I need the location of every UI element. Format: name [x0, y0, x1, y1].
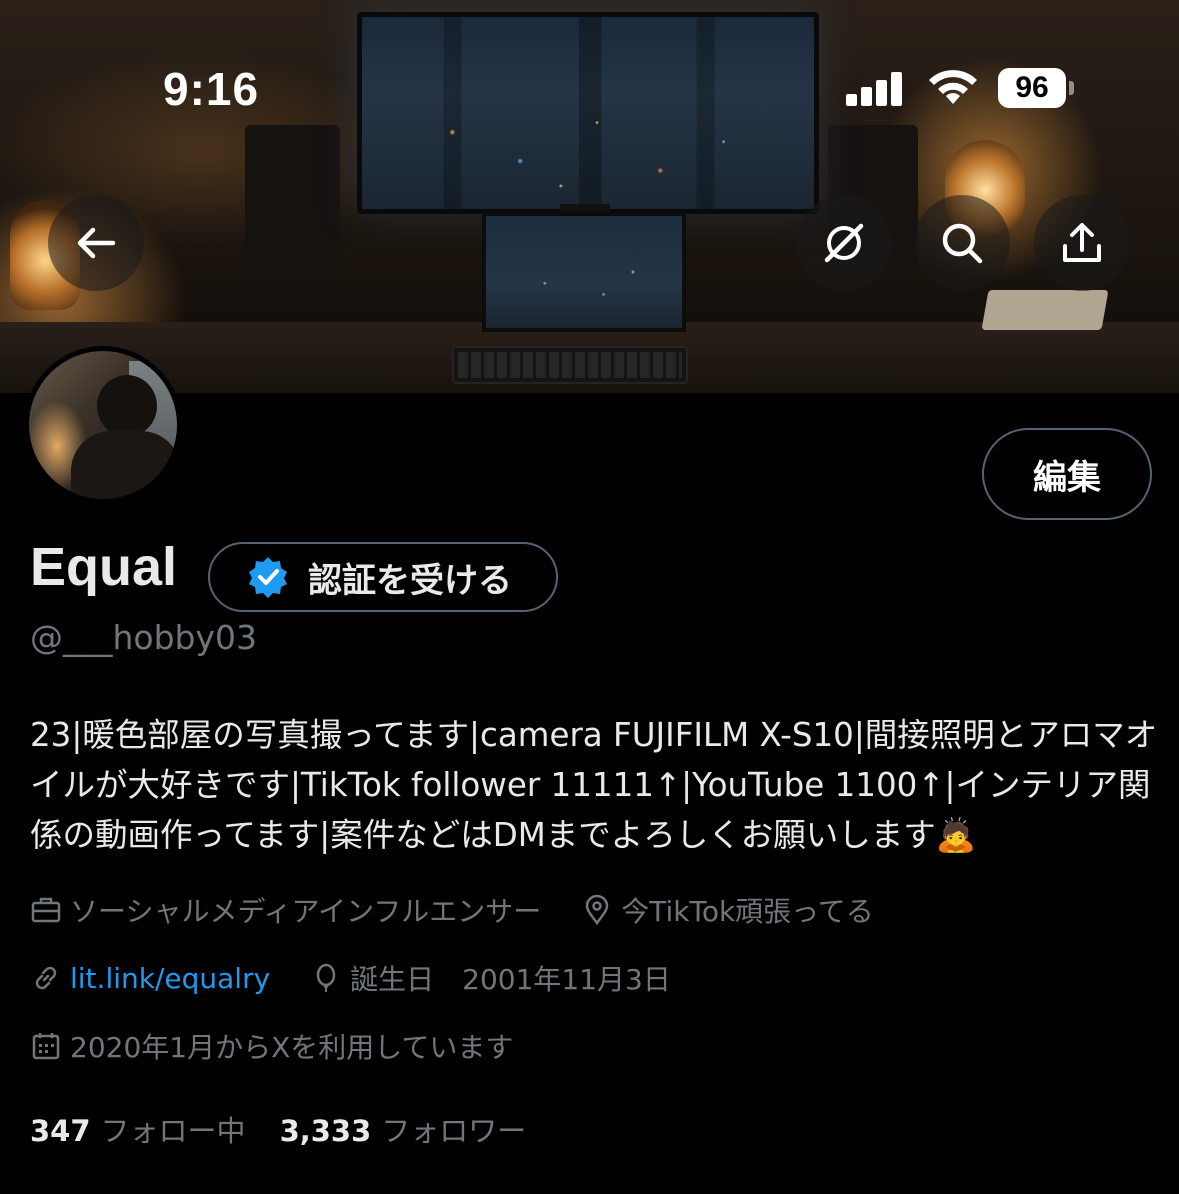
cellular-signal-icon	[846, 72, 904, 106]
profile-website-link[interactable]: lit.link/equalry	[70, 962, 270, 995]
battery-level: 96	[1015, 71, 1049, 104]
profile-meta-row-3: 2020年1月からXを利用しています	[30, 1026, 513, 1066]
following-label: フォロー中	[100, 1114, 246, 1148]
location-pin-icon	[585, 894, 609, 926]
banner-mixer	[981, 290, 1109, 330]
profile-banner[interactable]	[0, 0, 1179, 393]
get-verified-label: 認証を受ける	[308, 560, 512, 601]
profile-category: ソーシャルメディアインフルエンサー	[70, 895, 542, 928]
location-item: 今TikTok頑張ってる	[581, 890, 874, 930]
profile-location: 今TikTok頑張ってる	[621, 895, 874, 928]
wifi-icon	[929, 70, 977, 104]
banner-keyboard	[452, 346, 688, 384]
balloon-icon	[316, 963, 336, 992]
get-verified-button[interactable]: 認証を受ける	[208, 542, 558, 612]
verified-badge-icon	[249, 557, 287, 598]
search-button[interactable]	[914, 195, 1010, 291]
banner-speaker-left	[245, 125, 340, 280]
grok-icon	[824, 223, 864, 263]
followers-link[interactable]: 3,333 フォロワー	[280, 1108, 527, 1150]
category-item: ソーシャルメディアインフルエンサー	[30, 890, 541, 930]
arrow-left-icon	[77, 227, 116, 259]
birthday-item: 誕生日 2001年11月3日	[310, 958, 671, 998]
profile-meta-row-2: lit.link/equalry 誕生日 2001年11月3日	[30, 958, 671, 998]
user-handle: @___hobby03	[30, 618, 258, 657]
profile-bio: 23|暖色部屋の写真撮ってます|camera FUJIFILM X-S10|間接…	[30, 716, 1158, 854]
website-item[interactable]: lit.link/equalry	[30, 962, 270, 995]
profile-meta-row-1: ソーシャルメディアインフルエンサー 今TikTok頑張ってる	[30, 890, 874, 930]
edit-profile-button[interactable]: 編集	[982, 428, 1152, 520]
battery-icon: 96	[998, 68, 1076, 108]
link-icon	[35, 966, 57, 990]
display-name: Equal	[30, 537, 178, 597]
grok-button[interactable]	[796, 195, 892, 291]
avatar[interactable]	[24, 346, 182, 504]
followers-label: フォロワー	[381, 1114, 527, 1148]
joined-item: 2020年1月からXを利用しています	[30, 1026, 513, 1066]
back-button[interactable]	[48, 195, 144, 291]
calendar-icon	[32, 1033, 60, 1060]
share-icon	[1063, 223, 1101, 262]
status-time: 9:16	[163, 63, 260, 115]
banner-monitor	[357, 12, 819, 214]
briefcase-icon	[31, 897, 61, 923]
banner-laptop	[482, 212, 686, 332]
share-button[interactable]	[1034, 195, 1130, 291]
follow-stats: 347 フォロー中 3,333 フォロワー	[30, 1108, 526, 1150]
followers-count: 3,333	[279, 1114, 372, 1148]
search-icon	[942, 223, 983, 264]
profile-birthday: 誕生日 2001年11月3日	[350, 963, 671, 996]
following-link[interactable]: 347 フォロー中	[30, 1108, 246, 1150]
following-count: 347	[30, 1114, 91, 1148]
profile-joined-date: 2020年1月からXを利用しています	[70, 1031, 514, 1064]
